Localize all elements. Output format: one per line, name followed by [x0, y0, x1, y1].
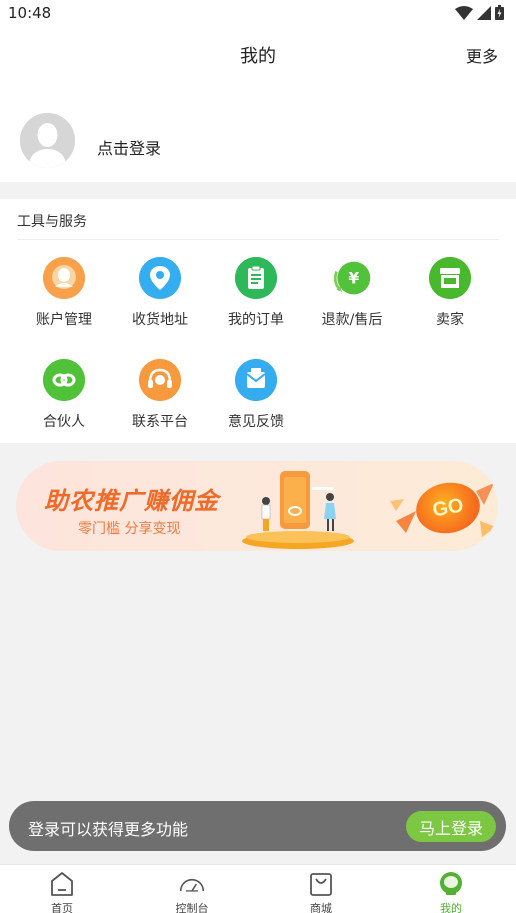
tool-address[interactable]: 收货地址 — [112, 257, 208, 329]
profile-section: 点击登录 — [0, 80, 516, 182]
status-bar: 10:48 — [0, 0, 516, 28]
battery-icon — [495, 5, 504, 20]
login-prompt: 登录可以获得更多功能 马上登录 — [9, 801, 506, 851]
banner-subtitle: 零门槛 分享变现 — [78, 521, 181, 537]
home-icon — [49, 871, 75, 897]
promo-illustration-icon — [242, 471, 354, 549]
tab-profile[interactable]: 我的 — [406, 871, 496, 913]
tab-bar: 首页 控制台 商城 我的 — [0, 864, 516, 913]
divider — [17, 239, 499, 240]
default-avatar-icon — [20, 113, 75, 168]
avatar[interactable] — [20, 113, 75, 168]
partner-icon — [43, 359, 85, 401]
tab-home[interactable]: 首页 — [17, 871, 107, 913]
tool-label: 收货地址 — [132, 312, 188, 328]
tab-shop[interactable]: 商城 — [276, 871, 366, 913]
login-now-button[interactable]: 马上登录 — [406, 811, 496, 842]
tools-title: 工具与服务 — [17, 214, 87, 230]
store-icon — [429, 257, 471, 299]
feedback-icon — [235, 359, 277, 401]
status-time: 10:48 — [8, 4, 52, 22]
tool-label: 退款/售后 — [321, 312, 383, 328]
tool-seller[interactable]: 卖家 — [402, 257, 498, 329]
tool-orders[interactable]: 我的订单 — [208, 257, 304, 329]
tab-label: 我的 — [440, 902, 462, 913]
tab-dashboard[interactable]: 控制台 — [147, 871, 237, 913]
tool-contact[interactable]: 联系平台 — [112, 359, 208, 431]
tool-label: 合伙人 — [43, 414, 85, 430]
login-prompt-text: 登录可以获得更多功能 — [28, 820, 189, 839]
svg-text:¥: ¥ — [348, 269, 359, 287]
banner-go-label: GO — [430, 493, 466, 522]
tab-label: 首页 — [51, 902, 73, 913]
tab-label: 商城 — [310, 902, 332, 913]
page-title: 我的 — [240, 46, 276, 67]
tool-label: 联系平台 — [132, 414, 188, 430]
more-button[interactable]: 更多 — [466, 43, 498, 67]
tool-label: 账户管理 — [36, 312, 92, 328]
banner-title: 助农推广赚佣金 — [44, 487, 219, 515]
tool-label: 我的订单 — [228, 312, 284, 328]
signal-icon — [477, 5, 491, 20]
location-icon — [139, 257, 181, 299]
profile-icon — [438, 871, 464, 897]
header: 我的 更多 — [0, 28, 516, 80]
account-icon — [43, 257, 85, 299]
login-link[interactable]: 点击登录 — [97, 135, 161, 159]
refund-icon: ¥ — [331, 257, 373, 299]
status-icons — [455, 5, 504, 20]
tool-label: 卖家 — [436, 312, 464, 328]
tool-feedback[interactable]: 意见反馈 — [208, 359, 304, 431]
order-icon — [235, 257, 277, 299]
tool-label: 意见反馈 — [228, 414, 284, 430]
tab-label: 控制台 — [175, 902, 209, 913]
promo-banner[interactable]: 助农推广赚佣金 零门槛 分享变现 GO — [16, 461, 498, 551]
tool-account[interactable]: 账户管理 — [16, 257, 112, 329]
shop-bag-icon — [308, 871, 334, 897]
tool-partner[interactable]: 合伙人 — [16, 359, 112, 431]
wifi-icon — [455, 5, 473, 20]
tool-refund[interactable]: ¥ 退款/售后 — [304, 257, 400, 329]
dashboard-icon — [179, 871, 205, 897]
tools-section: 工具与服务 账户管理 收货地址 我的订单 ¥ 退款/售后 卖家 合伙人 联系平台… — [0, 199, 516, 443]
support-icon — [139, 359, 181, 401]
